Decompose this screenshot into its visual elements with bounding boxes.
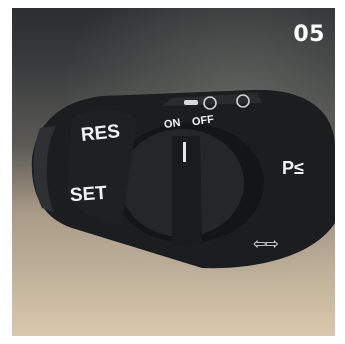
label-res: RES — [79, 121, 122, 146]
rotary-switch-ridge — [172, 136, 202, 246]
cruise-control-stalk-photo: 05 RES SET ON OFF P≤ ⇦⇨ — [12, 8, 335, 336]
turn-signal-arrows-icon: ⇦⇨ — [253, 234, 279, 253]
image-number-badge: 05 — [293, 22, 325, 47]
label-set: SET — [69, 182, 108, 207]
parking-light-symbol: P≤ — [282, 158, 304, 178]
label-on: ON — [163, 116, 182, 132]
indicator-bar — [184, 100, 198, 105]
rotary-switch-indicator — [183, 142, 186, 162]
